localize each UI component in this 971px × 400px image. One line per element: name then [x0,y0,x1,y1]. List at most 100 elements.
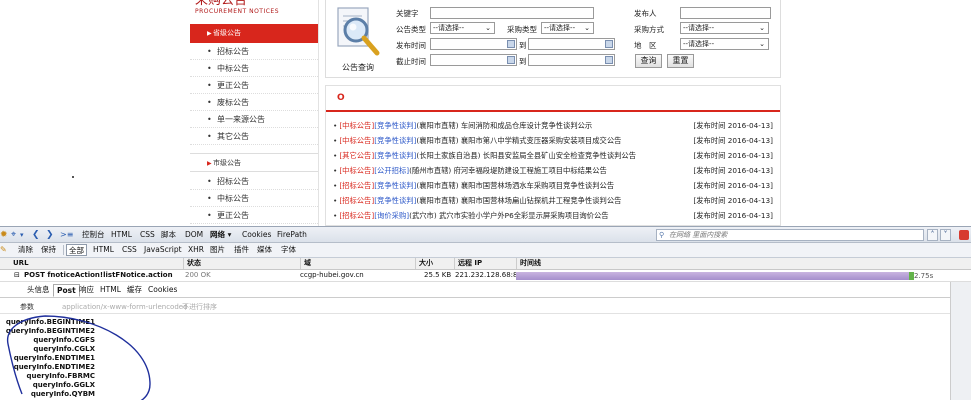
firebug-logo-icon[interactable]: ✹ [0,230,8,240]
keyword-input[interactable] [430,7,594,19]
menu-item-province-other[interactable]: • 其它公告 [190,128,318,145]
menu-item-province-bid[interactable]: • 招标公告 [190,43,318,60]
clear-button[interactable]: 清除 [18,243,33,257]
col-timeline[interactable]: 时间线 [516,258,541,269]
request-status: 200 OK [185,271,211,279]
filter-html[interactable]: HTML [93,243,114,257]
calendar-icon[interactable] [605,40,613,48]
timeline-bar[interactable] [516,272,909,280]
notice-row[interactable]: • [中标公告][公开招标](随州市直辖) 府河幸福段堤防建设工程施工项目中标结果… [333,163,773,178]
purchase-method-select[interactable]: --请选择-- ⌄ [680,22,769,34]
search-icon: ⚲ [659,231,665,239]
publisher-input[interactable] [680,7,771,19]
scrollbar[interactable] [950,282,971,400]
tab-response[interactable]: 响应 [76,284,97,297]
expand-toggle-icon[interactable]: ⊟ [14,270,20,281]
params-content-type[interactable]: application/x-www-form-urlencoded [62,300,188,314]
calendar-icon[interactable] [605,56,613,64]
persist-button[interactable]: 保持 [41,243,56,257]
filter-separator [63,245,64,255]
net-search-input[interactable]: ⚲ 在网络 里面内搜索 [656,229,924,241]
tab-css[interactable]: CSS [140,227,155,243]
keyword-label: 关键字 [396,9,419,18]
notice-row[interactable]: • [招标公告][询价采购](武穴市) 武穴市实验小学户外P6全彩显示屏采购项目询… [333,208,773,223]
search-next-button[interactable]: ˅ [940,229,951,241]
category-province[interactable]: ▶ 省级公告 [190,24,318,43]
tab-dom[interactable]: DOM [185,227,203,243]
col-remote-ip[interactable]: 远程 IP [454,258,482,269]
purchase-type-label: 采购类型 [507,25,537,34]
notice-row[interactable]: • [招标公告][竞争性谈判](襄阳市直辖) 襄阳市国营林场扁山钻探机井工程竞争性… [333,193,773,208]
tab-headers[interactable]: 头信息 [24,284,53,297]
menu-item-province-void[interactable]: • 废标公告 [190,94,318,111]
tab-html[interactable]: HTML [111,227,132,243]
search-title: 公告查询 [342,63,374,72]
clear-icon[interactable]: ✎ [0,245,7,255]
publish-time-start-input[interactable] [430,38,517,50]
col-status[interactable]: 状态 [183,258,201,269]
purchase-method-label: 采购方式 [634,25,664,34]
web-page: 采购公告 PROCUREMENT NOTICES ▶ 省级公告 • 招标公告 • 中… [0,0,971,226]
filter-javascript[interactable]: JavaScript [144,243,182,257]
search-prev-button[interactable]: ˄ [927,229,938,241]
calendar-icon[interactable] [507,56,515,64]
category-city[interactable]: ▶ 市级公告 [190,153,318,172]
console-icon[interactable]: >≡ [60,230,73,240]
calendar-icon[interactable] [507,40,515,48]
col-size[interactable]: 大小 [415,258,433,269]
reset-button[interactable]: 重置 [667,54,694,68]
net-filter-bar: ✎ 清除 保持 全部 HTML CSS JavaScript XHR 图片 插件… [0,243,971,258]
params-label[interactable]: 参数 [20,300,34,314]
notice-type-select[interactable]: --请选择-- ⌄ [430,22,495,34]
chevron-down-icon: ⌄ [584,24,590,32]
query-button[interactable]: 查询 [635,54,662,68]
menu-item-city-award[interactable]: • 中标公告 [190,190,318,207]
filter-xhr[interactable]: XHR [188,243,204,257]
tab-response-html[interactable]: HTML [97,284,124,297]
menu-item-province-single-source[interactable]: • 单一来源公告 [190,111,318,128]
params-sort[interactable]: 不进行排序 [182,300,217,314]
chevron-down-icon[interactable]: ▾ [20,230,24,240]
tab-cache[interactable]: 缓存 [124,284,145,297]
param-name: queryInfo.FBRMC [26,372,95,380]
request-detail-tabs: 头信息 Post 响应 HTML 缓存 Cookies [0,282,971,298]
col-url[interactable]: URL [10,258,29,269]
tab-cookies[interactable]: Cookies [242,227,271,243]
filter-all[interactable]: 全部 [66,244,87,256]
tab-script[interactable]: 脚本 [161,227,176,243]
notice-row[interactable]: • [中标公告][竞争性谈判](襄阳市直辖) 襄阳市第八中学精式变压器采购安装项目… [333,133,773,148]
request-remote-ip: 221.232.128.68:80 [455,271,522,279]
publish-time-end-input[interactable] [528,38,615,50]
param-name: queryInfo.ENDTIME2 [13,363,95,371]
filter-images[interactable]: 图片 [210,243,225,257]
area-select[interactable]: --请选择-- ⌄ [680,38,769,50]
inspect-icon[interactable]: ⌖ [11,230,16,240]
filter-fonts[interactable]: 字体 [281,243,296,257]
forward-icon[interactable]: ❯ [46,230,54,240]
filter-media[interactable]: 媒体 [257,243,272,257]
close-icon[interactable] [959,230,969,240]
filter-css[interactable]: CSS [122,243,137,257]
request-url[interactable]: POST fnoticeAction!listFNotice.action [24,270,173,281]
brand-subtitle: PROCUREMENT NOTICES [195,8,280,15]
tab-firepath[interactable]: FirePath [277,227,307,243]
category-city-label: 市级公告 [213,159,241,167]
back-icon[interactable]: ❮ [32,230,40,240]
filter-plugins[interactable]: 插件 [234,243,249,257]
tab-request-cookies[interactable]: Cookies [145,284,180,297]
notice-row[interactable]: • [招标公告][竞争性谈判](襄阳市直辖) 襄阳市国营林场洒水车采购项目竞争性谈… [333,178,773,193]
menu-item-city-correction[interactable]: • 更正公告 [190,207,318,224]
purchase-type-select[interactable]: --请选择-- ⌄ [541,22,594,34]
menu-item-city-bid[interactable]: • 招标公告 [190,173,318,190]
menu-item-province-award[interactable]: • 中标公告 [190,60,318,77]
menu-item-province-correction[interactable]: • 更正公告 [190,77,318,94]
tab-net[interactable]: 网络 ▾ [210,227,231,243]
publish-time-to-label: 到 [519,41,527,50]
col-domain[interactable]: 域 [300,258,311,269]
deadline-start-input[interactable] [430,54,517,66]
notice-row[interactable]: • [中标公告][竞争性谈判](襄阳市直辖) 车间消防和成品仓库设计竞争性谈判公示… [333,118,773,133]
notice-row[interactable]: • [其它公告][竞争性谈判](长阳土家族自治县) 长阳县安监局全县矿山安全检查竞… [333,148,773,163]
tab-console[interactable]: 控制台 [82,227,105,243]
deadline-end-input[interactable] [528,54,615,66]
brand-header: 采购公告 PROCUREMENT NOTICES [195,0,279,16]
